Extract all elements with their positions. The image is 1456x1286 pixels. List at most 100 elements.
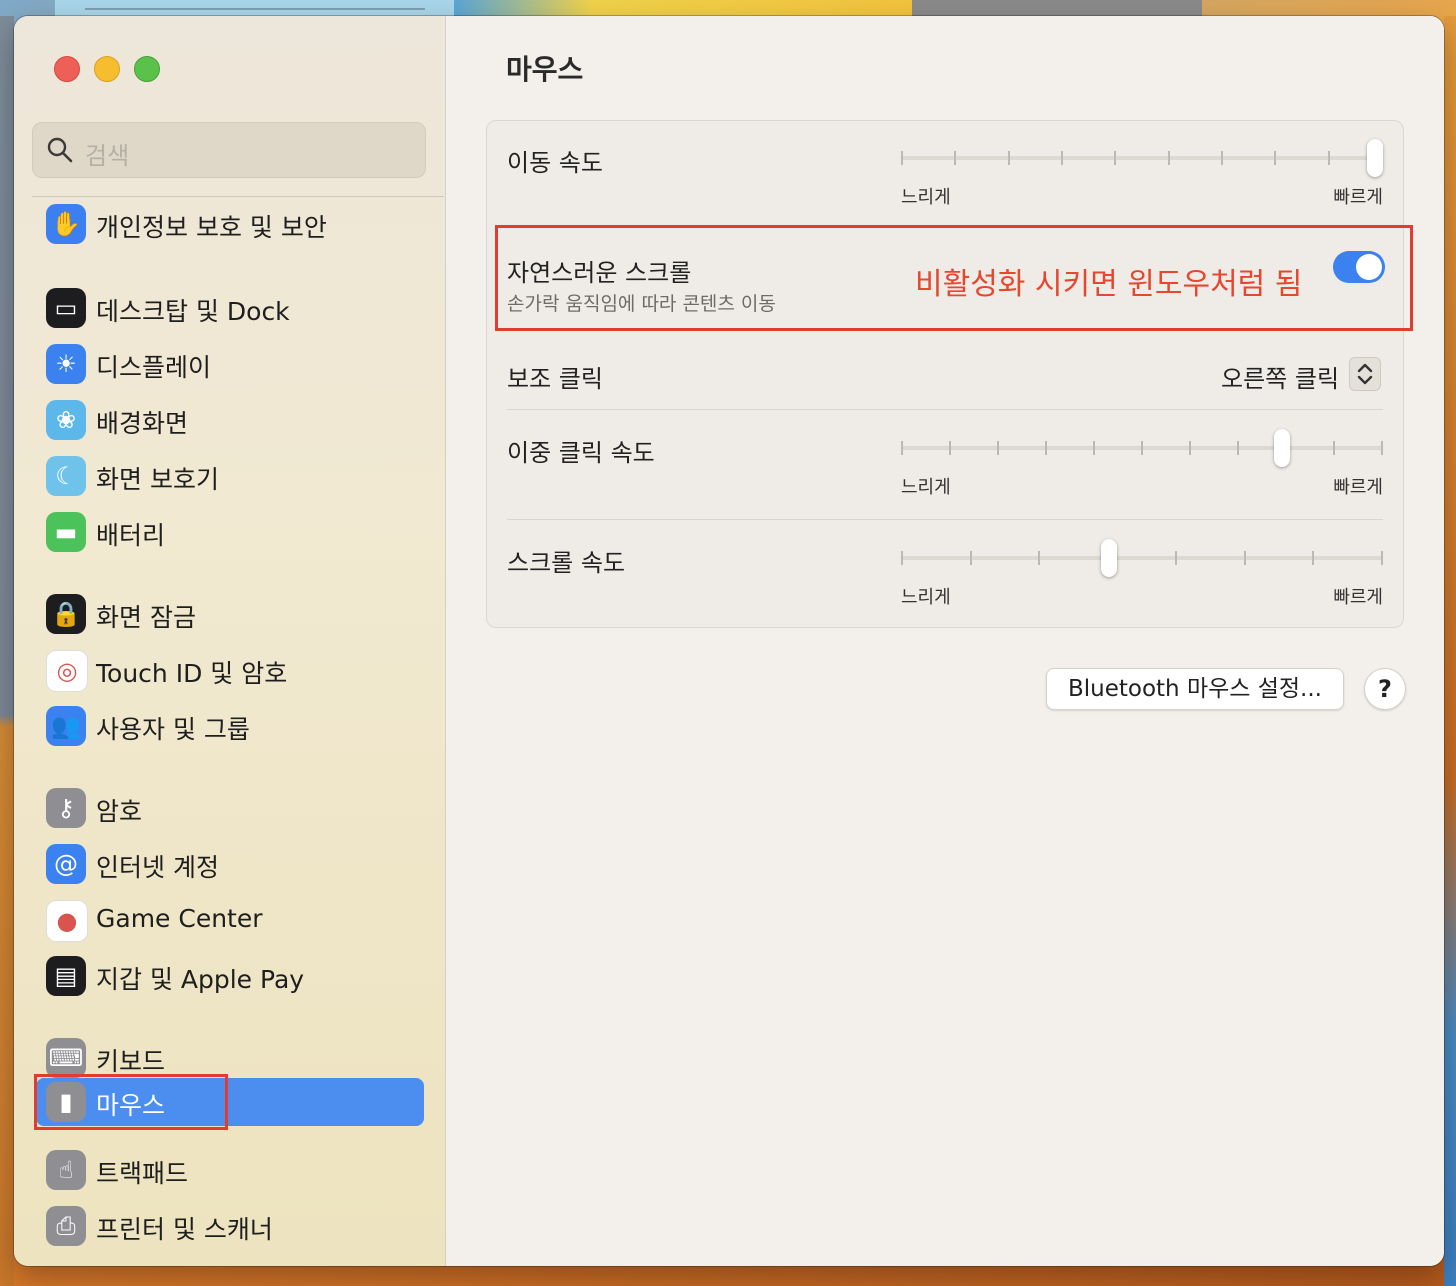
slider-tick	[901, 551, 903, 565]
sidebar-item[interactable]: ☾ 화면 보호기	[36, 452, 424, 500]
slider-tick	[1175, 551, 1177, 565]
at-icon: @	[46, 844, 86, 884]
sidebar-item-label: 프린터 및 스캐너	[96, 1215, 273, 1244]
sidebar-item[interactable]: ⎙ 프린터 및 스캐너	[36, 1202, 424, 1250]
scroll-speed-slider[interactable]	[901, 539, 1383, 577]
printer-icon: ⎙	[46, 1206, 86, 1246]
sidebar-item-label: 배경화면	[96, 409, 189, 438]
double-click-speed-slider[interactable]	[901, 429, 1383, 467]
slider-tick	[1168, 151, 1170, 165]
selection-annotation-box	[34, 1074, 228, 1130]
slider-track	[901, 556, 1383, 560]
trackpad-icon: ☝	[46, 1150, 86, 1190]
scroll-speed-min-label: 느리게	[901, 587, 951, 608]
sidebar-item[interactable]: ❀ 배경화면	[36, 396, 424, 444]
sidebar-item-label: Touch ID 및 암호	[96, 659, 288, 688]
double-click-speed-label: 이중 클릭 속도	[507, 439, 655, 467]
sidebar-item[interactable]: ✋ 개인정보 보호 및 보안	[36, 200, 424, 248]
desktop-right-edge	[1444, 16, 1456, 1286]
settings-card: 이동 속도 느리게 빠르게 자연스러운 스크롤 손가락 움직임에 따라 콘텐츠 …	[486, 120, 1413, 628]
secondary-click-label: 보조 클릭	[507, 365, 603, 393]
slider-tick	[901, 441, 903, 455]
key-icon: ⚷	[46, 788, 86, 828]
settings-window: 검색 ✋ 개인정보 보호 및 보안 ▭ 데스크탑 및 Dock ☀ 디스플레이 ❀ 배경화면 ☾…	[14, 16, 1444, 1266]
slider-tick	[997, 441, 999, 455]
wallet-icon: ▤	[46, 956, 86, 996]
desktop-left-edge	[0, 16, 14, 1286]
users-icon: 👥	[46, 706, 86, 746]
search-placeholder: 검색	[85, 142, 130, 170]
sidebar-item[interactable]: 🔒 화면 잠금	[36, 590, 424, 638]
slider-tick	[1045, 441, 1047, 455]
keyboard-icon: ⌨	[46, 1038, 86, 1078]
slider-tick	[1381, 441, 1383, 455]
slider-tick	[1274, 151, 1276, 165]
battery-icon: ▬	[46, 512, 86, 552]
main-pane: 마우스 이동 속도 느리게 빠르게 자연스러운 스크롤 손가락 움직임에 따라 …	[446, 16, 1444, 1266]
desktop-wallpaper-strip	[454, 0, 914, 16]
sun-icon: ☀	[46, 344, 86, 384]
search-icon	[47, 137, 73, 163]
tracking-speed-max-label: 빠르게	[1333, 187, 1383, 208]
tracking-speed-label: 이동 속도	[507, 149, 603, 177]
sidebar-item[interactable]: ▤ 지갑 및 Apple Pay	[36, 952, 424, 1000]
hand-icon: ✋	[46, 204, 86, 244]
slider-knob[interactable]	[1367, 139, 1383, 177]
slider-tick	[1038, 551, 1040, 565]
sidebar-item[interactable]: ▬ 배터리	[36, 508, 424, 556]
sidebar-item[interactable]: ◎ Touch ID 및 암호	[36, 646, 424, 694]
slider-tick	[1237, 441, 1239, 455]
slider-knob[interactable]	[1101, 539, 1117, 577]
slider-tick	[1114, 151, 1116, 165]
sidebar-item-label: 화면 보호기	[96, 465, 219, 494]
tracking-speed-slider[interactable]	[901, 139, 1383, 177]
lock-icon: 🔒	[46, 594, 86, 634]
natural-scroll-annotation: 비활성화 시키면 윈도우처럼 됨	[915, 267, 1303, 302]
sidebar-item[interactable]: @ 인터넷 계정	[36, 840, 424, 888]
sidebar-item[interactable]: ⚷ 암호	[36, 784, 424, 832]
slider-tick	[1008, 151, 1010, 165]
secondary-click-value[interactable]: 오른쪽 클릭	[1221, 359, 1339, 394]
slider-track	[901, 156, 1383, 160]
sidebar-item[interactable]: ▭ 데스크탑 및 Dock	[36, 284, 424, 332]
help-button[interactable]: ?	[1364, 668, 1406, 710]
sidebar-item-label: 암호	[96, 797, 143, 826]
sidebar-item[interactable]: ☝ 트랙패드	[36, 1146, 424, 1194]
slider-tick	[1141, 441, 1143, 455]
sidebar-item-label: 인터넷 계정	[96, 853, 219, 882]
slider-tick	[954, 151, 956, 165]
sidebar-item-label: 배터리	[96, 521, 166, 550]
game-center-icon: ●	[46, 900, 88, 942]
sidebar-item-label: 트랙패드	[96, 1159, 189, 1188]
fingerprint-icon: ◎	[46, 650, 88, 692]
sidebar-item-label: 키보드	[96, 1047, 166, 1076]
slider-tick	[1189, 441, 1191, 455]
sidebar-item[interactable]: ☀ 디스플레이	[36, 340, 424, 388]
sidebar-divider	[32, 196, 444, 197]
page-title: 마우스	[506, 53, 584, 86]
slider-tick	[1328, 151, 1330, 165]
search-field[interactable]: 검색	[32, 122, 426, 178]
sidebar: 검색 ✋ 개인정보 보호 및 보안 ▭ 데스크탑 및 Dock ☀ 디스플레이 ❀ 배경화면 ☾…	[14, 16, 446, 1266]
secondary-click-stepper[interactable]	[1349, 357, 1381, 391]
sidebar-item[interactable]: ● Game Center	[36, 896, 424, 944]
sidebar-item-label: 개인정보 보호 및 보안	[96, 213, 327, 242]
sidebar-item[interactable]: 👥 사용자 및 그룹	[36, 702, 424, 750]
background-window-gray	[912, 0, 1202, 16]
minimize-button[interactable]	[94, 56, 120, 82]
sidebar-item-label: 사용자 및 그룹	[96, 715, 250, 744]
scroll-speed-label: 스크롤 속도	[507, 549, 626, 577]
slider-tick	[970, 551, 972, 565]
flower-icon: ❀	[46, 400, 86, 440]
sidebar-item-label: Game Center	[96, 904, 263, 933]
zoom-button[interactable]	[134, 56, 160, 82]
double-click-speed-max-label: 빠르게	[1333, 477, 1383, 498]
dock-icon: ▭	[46, 288, 86, 328]
chevron-updown-icon	[1357, 363, 1373, 385]
close-button[interactable]	[54, 56, 80, 82]
slider-tick	[1221, 151, 1223, 165]
sidebar-item-label: 지갑 및 Apple Pay	[96, 965, 305, 994]
bluetooth-mouse-setup-button[interactable]: Bluetooth 마우스 설정...	[1046, 668, 1344, 710]
slider-knob[interactable]	[1274, 429, 1290, 467]
slider-tick	[1093, 441, 1095, 455]
